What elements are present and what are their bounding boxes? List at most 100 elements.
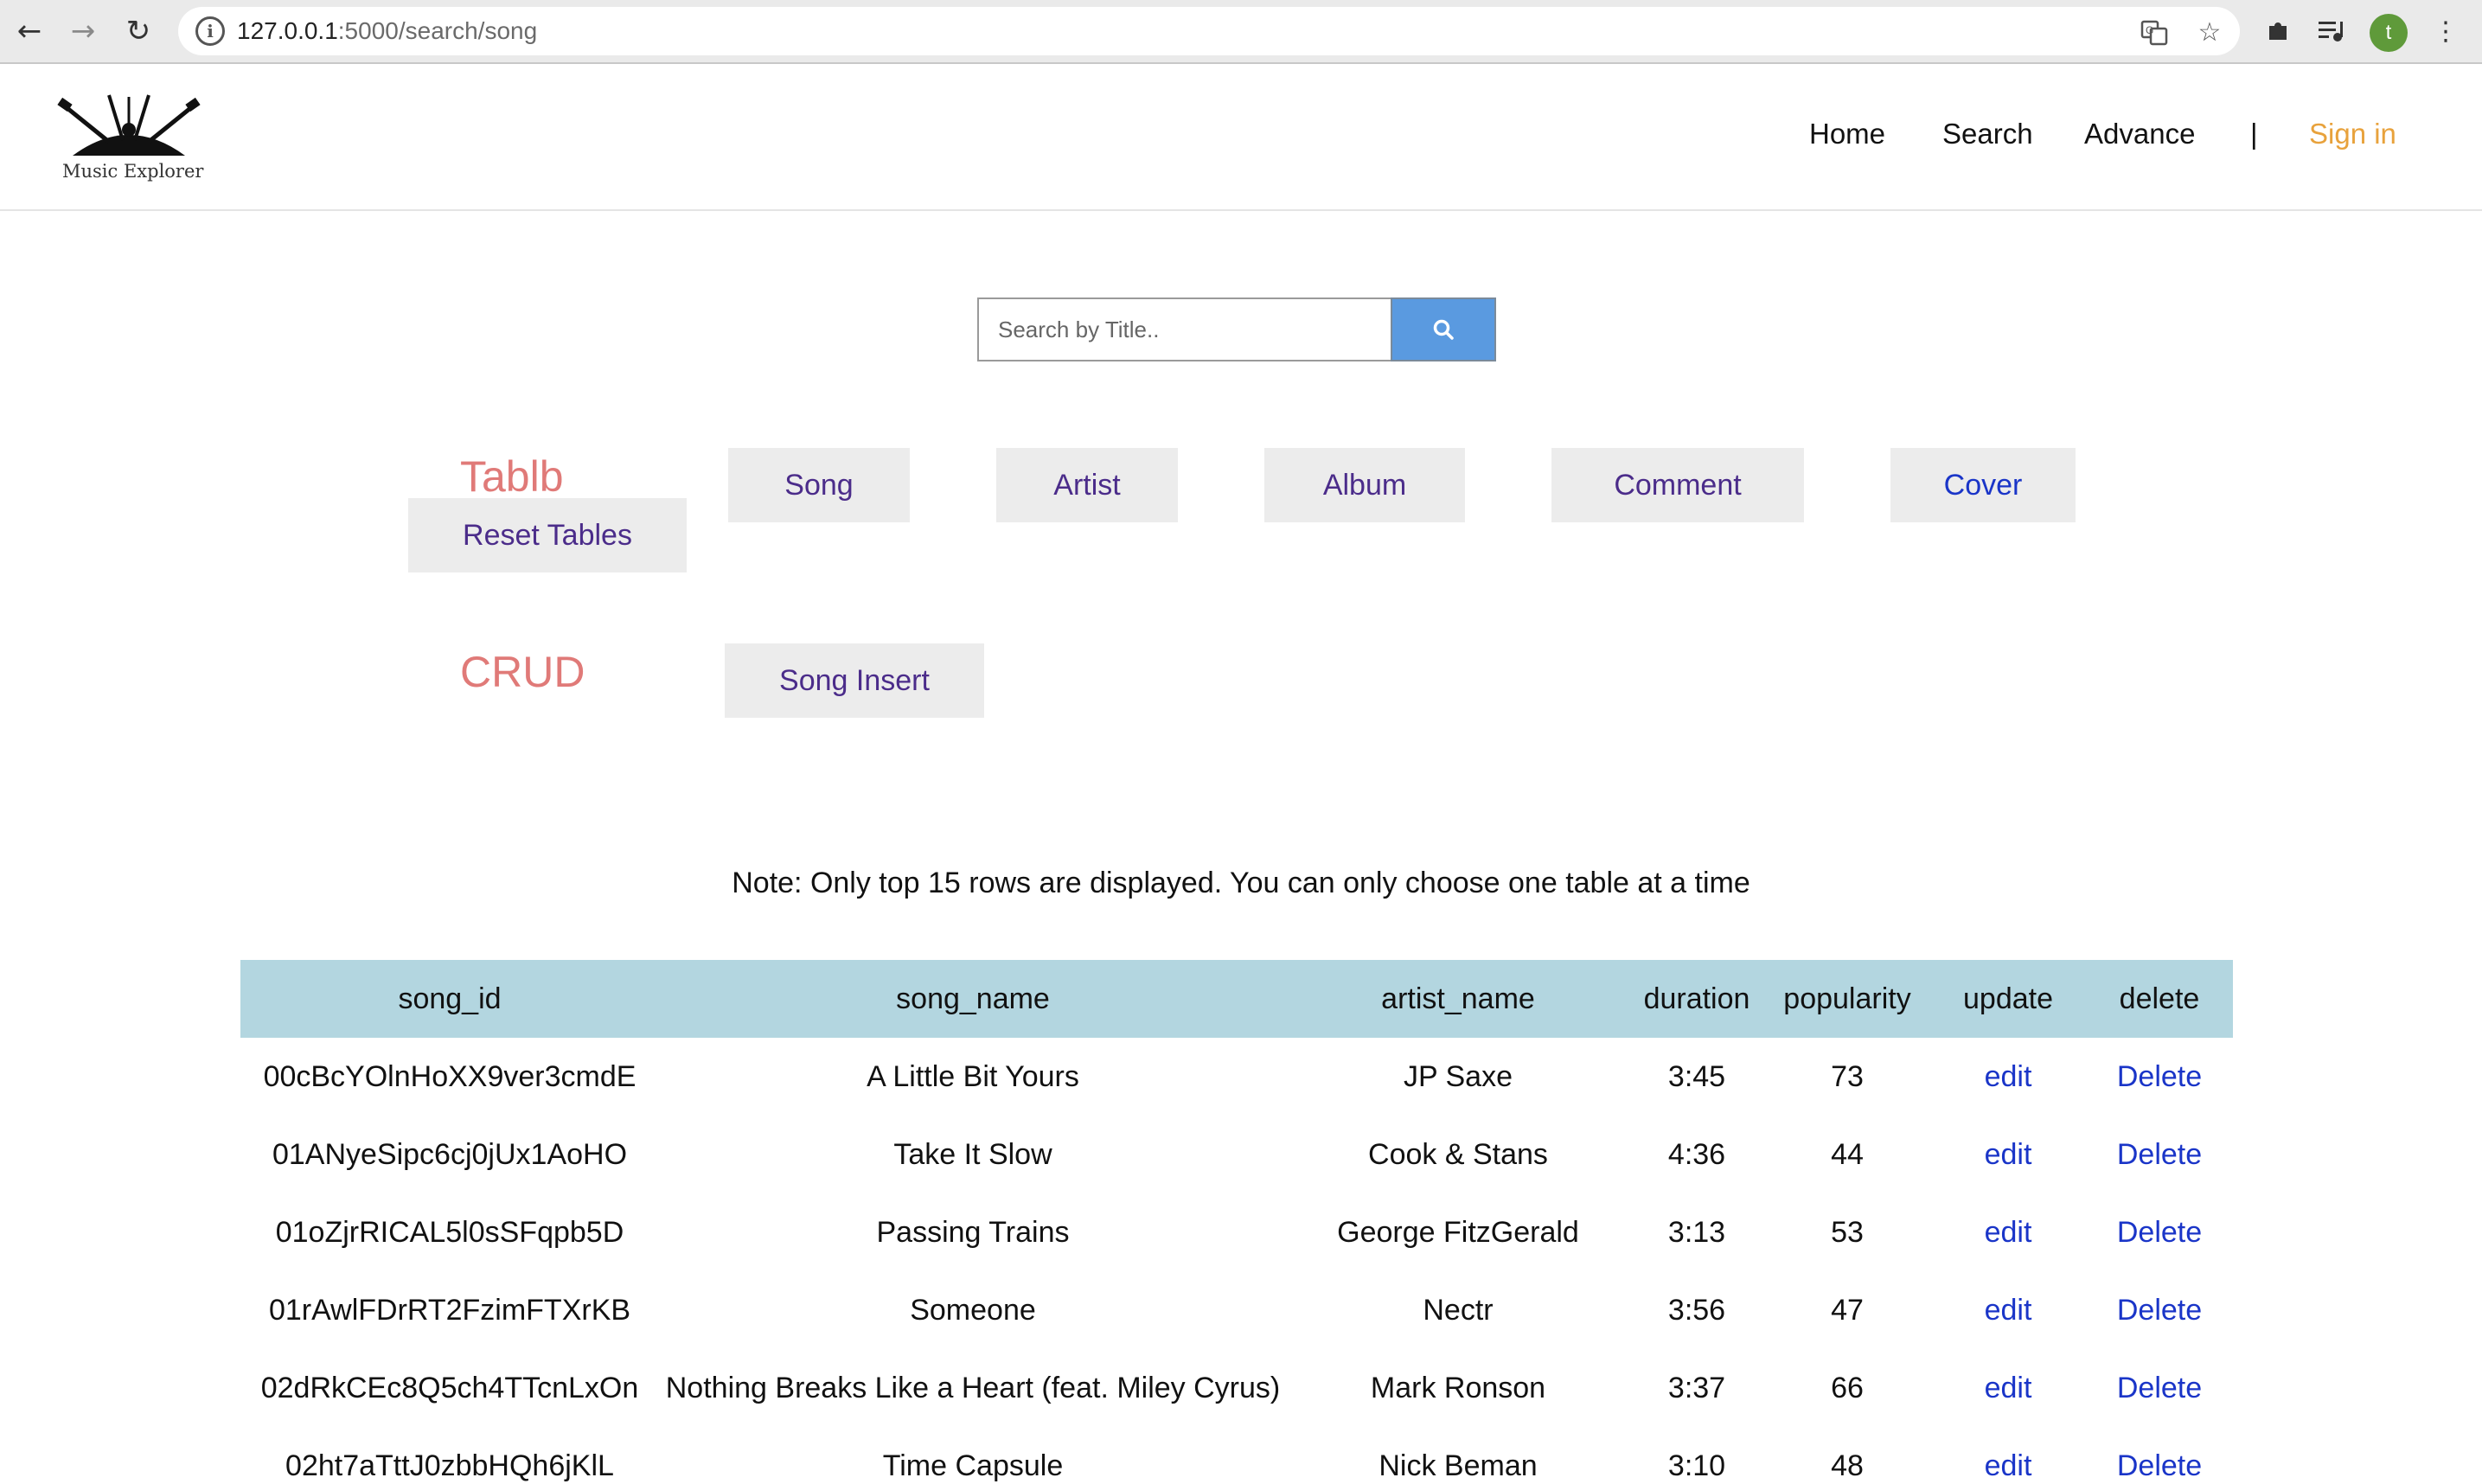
cell-update: edit <box>1930 1193 2086 1271</box>
reset-tables-button[interactable]: Reset Tables <box>408 498 687 572</box>
edit-link[interactable]: edit <box>1985 1138 2032 1171</box>
header-song-id[interactable]: song_id <box>240 960 659 1038</box>
cell-delete: Delete <box>2086 1349 2233 1427</box>
edit-link[interactable]: edit <box>1985 1372 2032 1404</box>
delete-link[interactable]: Delete <box>2117 1449 2202 1482</box>
cell-duration: 3:10 <box>1667 1449 1726 1482</box>
cell-song-name: Passing Trains <box>876 1215 1070 1249</box>
cell-duration: 3:45 <box>1667 1059 1726 1093</box>
cell-delete: Delete <box>2086 1193 2233 1271</box>
cell-song-id: 00cBcYOlnHoXX9ver3cmdE <box>263 1059 636 1093</box>
more-menu-icon[interactable]: ⋮ <box>2428 14 2463 48</box>
table-artist-button[interactable]: Artist <box>996 448 1178 522</box>
nav-signin-link[interactable]: Sign in <box>2309 118 2396 150</box>
table-row: 01ANyeSipc6cj0jUx1AoHO Take It Slow Cook… <box>240 1116 2233 1193</box>
search-input[interactable] <box>977 297 1392 361</box>
cell-popularity: 47 <box>1831 1293 1864 1327</box>
cell-duration: 3:37 <box>1667 1371 1726 1404</box>
cell-song-name: Nothing Breaks Like a Heart (feat. Miley… <box>665 1371 1281 1404</box>
table-comment-button[interactable]: Comment <box>1551 448 1804 522</box>
tables-section-label: Tablb <box>460 452 564 501</box>
table-header-row: song_id song_name artist_name duration p… <box>240 960 2233 1038</box>
cell-delete: Delete <box>2086 1038 2233 1116</box>
table-cover-button[interactable]: Cover <box>1890 448 2076 522</box>
cell-delete: Delete <box>2086 1116 2233 1193</box>
delete-link[interactable]: Delete <box>2117 1372 2202 1404</box>
cell-song-id: 02dRkCEc8Q5ch4TTcnLxOn <box>260 1371 639 1404</box>
table-row: 02ht7aTttJ0zbbHQh6jKlL Time Capsule Nick… <box>240 1427 2233 1484</box>
cell-delete: Delete <box>2086 1427 2233 1484</box>
search-icon <box>1433 319 1454 340</box>
edit-link[interactable]: edit <box>1985 1294 2032 1327</box>
delete-link[interactable]: Delete <box>2117 1138 2202 1171</box>
header-update[interactable]: update <box>1930 960 2086 1038</box>
crud-section-label: CRUD <box>460 648 585 696</box>
table-row: 01rAwlFDrRT2FzimFTXrKB Someone Nectr 3:5… <box>240 1271 2233 1349</box>
header-duration[interactable]: duration <box>1629 960 1764 1038</box>
edit-link[interactable]: edit <box>1985 1449 2032 1482</box>
cell-update: edit <box>1930 1427 2086 1484</box>
cell-artist-name: George FitzGerald <box>1337 1215 1579 1249</box>
cell-song-id: 01oZjrRICAL5l0sSFqpb5D <box>275 1215 624 1249</box>
site-info-icon[interactable]: i <box>195 16 225 46</box>
song-insert-button[interactable]: Song Insert <box>725 643 984 718</box>
edit-link[interactable]: edit <box>1985 1060 2032 1093</box>
nav-search-link[interactable]: Search <box>1942 118 2033 150</box>
nav-home-link[interactable]: Home <box>1809 118 1885 150</box>
cell-artist-name: Mark Ronson <box>1370 1371 1546 1404</box>
extensions-puzzle-icon[interactable] <box>2261 14 2295 48</box>
table-row: 02dRkCEc8Q5ch4TTcnLxOn Nothing Breaks Li… <box>240 1349 2233 1427</box>
nav-advance-link[interactable]: Advance <box>2084 118 2195 150</box>
bookmark-star-icon[interactable]: ☆ <box>2193 16 2226 48</box>
cell-popularity: 66 <box>1831 1371 1864 1404</box>
edit-link[interactable]: edit <box>1985 1216 2032 1249</box>
cell-update: edit <box>1930 1349 2086 1427</box>
cell-update: edit <box>1930 1271 2086 1349</box>
delete-link[interactable]: Delete <box>2117 1294 2202 1327</box>
table-note: Note: Only top 15 rows are displayed. Yo… <box>732 867 1750 899</box>
delete-link[interactable]: Delete <box>2117 1060 2202 1093</box>
cell-delete: Delete <box>2086 1271 2233 1349</box>
address-bar[interactable]: i 127.0.0.1:5000/search/song G ☆ <box>178 7 2240 55</box>
browser-toolbar: ← → ↻ i 127.0.0.1:5000/search/song G ☆ t… <box>0 0 2482 64</box>
translate-icon[interactable]: G <box>2138 16 2171 48</box>
table-row: 01oZjrRICAL5l0sSFqpb5D Passing Trains Ge… <box>240 1193 2233 1271</box>
table-album-button[interactable]: Album <box>1264 448 1465 522</box>
cell-song-name: Someone <box>910 1293 1036 1327</box>
header-artist-name[interactable]: artist_name <box>1287 960 1629 1038</box>
media-queue-icon[interactable] <box>2314 14 2349 48</box>
cell-artist-name: Nick Beman <box>1379 1449 1538 1482</box>
header-song-name[interactable]: song_name <box>659 960 1287 1038</box>
profile-avatar[interactable]: t <box>2370 14 2408 52</box>
cell-song-id: 01rAwlFDrRT2FzimFTXrKB <box>268 1293 631 1327</box>
cell-song-id: 02ht7aTttJ0zbbHQh6jKlL <box>285 1449 614 1482</box>
header-popularity[interactable]: popularity <box>1764 960 1930 1038</box>
cell-song-id: 01ANyeSipc6cj0jUx1AoHO <box>272 1137 628 1171</box>
header-delete[interactable]: delete <box>2086 960 2233 1038</box>
cell-song-name: Take It Slow <box>893 1137 1052 1171</box>
cell-update: edit <box>1930 1038 2086 1116</box>
cell-song-name: A Little Bit Yours <box>867 1059 1079 1093</box>
cell-popularity: 53 <box>1831 1215 1864 1249</box>
results-table: song_id song_name artist_name duration p… <box>240 960 2233 1484</box>
table-song-button[interactable]: Song <box>728 448 910 522</box>
cell-song-name: Time Capsule <box>882 1449 1064 1482</box>
cell-duration: 3:56 <box>1667 1293 1726 1327</box>
logo-text: Music Explorer <box>62 161 204 182</box>
back-icon[interactable]: ← <box>10 12 48 50</box>
cell-artist-name: Cook & Stans <box>1368 1137 1548 1171</box>
nav-separator: | <box>2250 118 2258 150</box>
cell-popularity: 73 <box>1831 1059 1864 1093</box>
cell-duration: 3:13 <box>1667 1215 1726 1249</box>
url-text: 127.0.0.1:5000/search/song <box>237 17 538 44</box>
cell-popularity: 44 <box>1831 1137 1864 1171</box>
forward-icon[interactable]: → <box>64 12 102 50</box>
search-button[interactable] <box>1391 297 1496 361</box>
svg-text:G: G <box>2146 24 2153 36</box>
cell-artist-name: Nectr <box>1423 1293 1494 1327</box>
reload-icon[interactable]: ↻ <box>119 12 157 50</box>
site-header: Music Explorer Home Search Advance | Sig… <box>0 66 2482 211</box>
cell-update: edit <box>1930 1116 2086 1193</box>
cell-duration: 4:36 <box>1667 1137 1726 1171</box>
delete-link[interactable]: Delete <box>2117 1216 2202 1249</box>
